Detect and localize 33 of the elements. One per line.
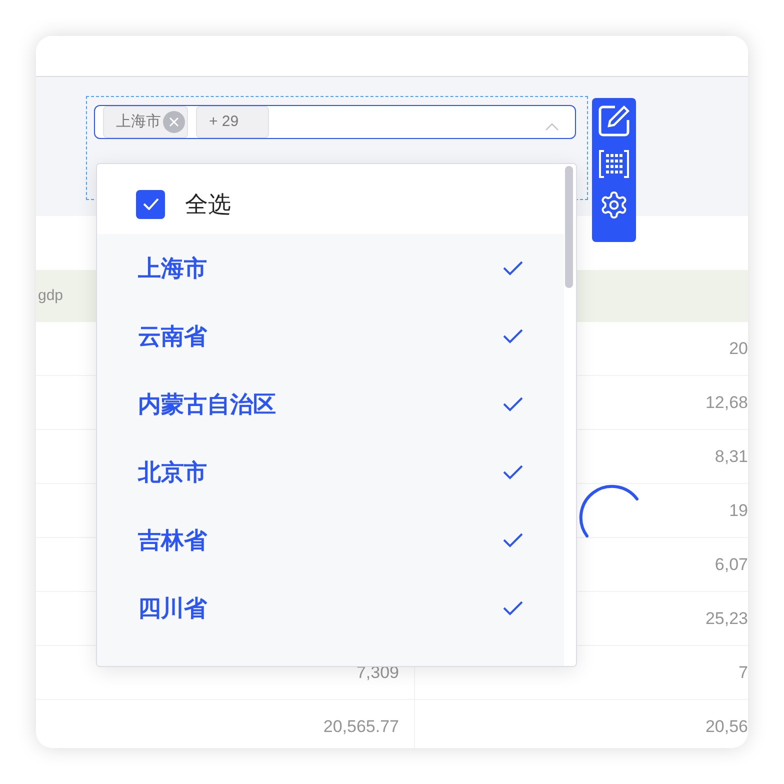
option-item[interactable]: 云南省 xyxy=(97,302,564,370)
chevron-up-icon xyxy=(545,123,559,131)
check-icon xyxy=(502,260,524,276)
option-item[interactable]: 四川省 xyxy=(97,574,564,642)
check-icon xyxy=(502,328,524,344)
table-cell-text: 8,31 xyxy=(714,446,748,468)
select-all-checkbox[interactable] xyxy=(136,190,165,218)
check-icon xyxy=(502,600,524,616)
table-cell-text: 19 xyxy=(729,500,748,522)
edit-icon[interactable] xyxy=(597,104,631,138)
multi-select[interactable]: 上海市 + 29 xyxy=(94,105,576,139)
table-cell-text: 25,23 xyxy=(705,608,748,630)
table-cell-text: 20,565.77 xyxy=(323,716,399,738)
table-cell-text: 20,56 xyxy=(705,716,748,738)
table-cell-text: 12,68 xyxy=(705,392,748,414)
scrollbar-thumb[interactable] xyxy=(565,166,573,288)
check-icon xyxy=(502,464,524,480)
table-cell-text: 7 xyxy=(738,662,748,684)
check-icon xyxy=(502,532,524,548)
option-item[interactable]: 内蒙古自治区 xyxy=(97,370,564,438)
option-item[interactable]: 上海市 xyxy=(97,234,564,302)
check-icon xyxy=(142,198,158,210)
selected-tag: 上海市 xyxy=(103,106,188,138)
option-item[interactable]: 北京市 xyxy=(97,438,564,506)
column-header: gdp xyxy=(37,286,64,306)
table-cell-text: 6,07 xyxy=(714,554,748,576)
check-icon xyxy=(502,396,524,412)
table-cell-text: 20 xyxy=(729,338,748,360)
grid-icon[interactable] xyxy=(599,150,629,178)
select-all-label: 全选 xyxy=(185,190,231,219)
option-item[interactable]: 吉林省 xyxy=(97,506,564,574)
settings-icon[interactable] xyxy=(599,190,629,220)
more-count-tag: + 29 xyxy=(196,106,269,138)
